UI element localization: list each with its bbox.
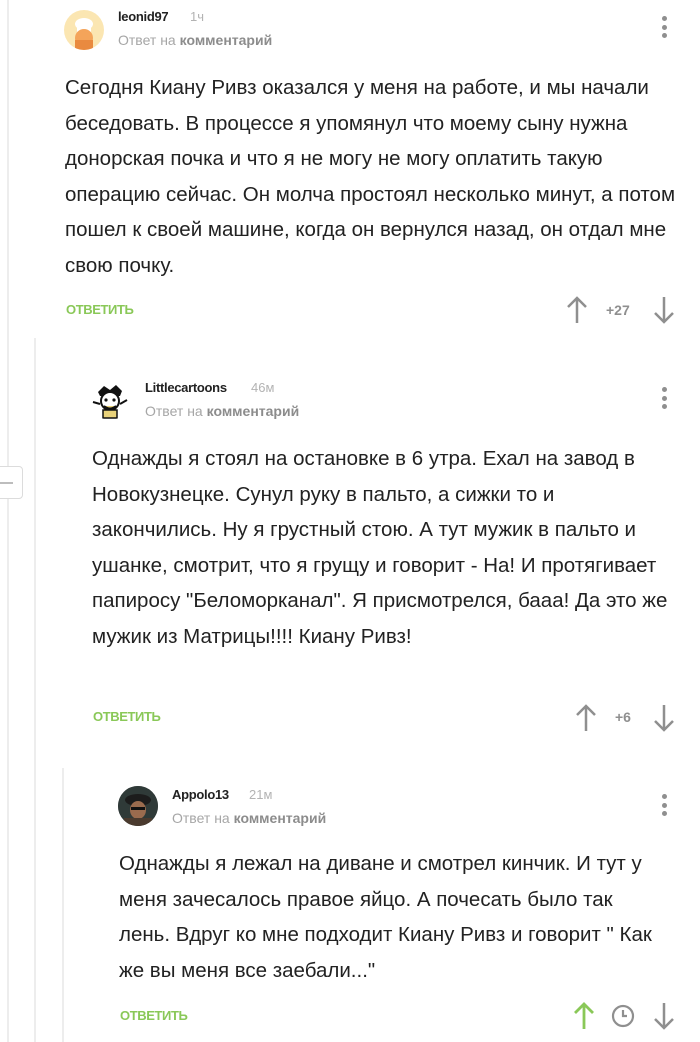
reply-button[interactable]: ОТВЕТИТЬ (120, 1008, 188, 1023)
collapse-thread-button[interactable] (0, 466, 23, 499)
vote-up-icon[interactable] (566, 296, 588, 324)
clock-icon (611, 1004, 635, 1028)
reply-to-line: Ответ на комментарий (172, 810, 326, 826)
comment-author[interactable]: Littlecartoons (145, 380, 227, 395)
comment-time: 46м (251, 380, 275, 395)
rating-value: +6 (615, 709, 631, 725)
photo-avatar-icon[interactable] (118, 786, 158, 826)
reply-to-line: Ответ на комментарий (145, 403, 299, 419)
reply-to-link[interactable]: комментарий (234, 810, 327, 826)
reply-to-prefix: Ответ на (118, 32, 176, 48)
comment-menu-icon[interactable] (662, 387, 668, 413)
reply-to-prefix: Ответ на (145, 403, 203, 419)
comment-menu-icon[interactable] (662, 794, 668, 820)
comment-menu-icon[interactable] (662, 16, 668, 42)
comment-time: 21м (249, 787, 273, 802)
comment-author[interactable]: leonid97 (118, 9, 169, 24)
comment-text: Однажды я лежал на диване и смотрел кинч… (119, 852, 652, 982)
cartoon-avatar-icon[interactable] (90, 380, 130, 420)
vote-up-icon[interactable] (575, 704, 597, 732)
rating-value: +27 (606, 302, 630, 318)
vote-down-icon[interactable] (653, 1002, 675, 1030)
reply-to-line: Ответ на комментарий (118, 32, 272, 48)
reply-to-link[interactable]: комментарий (180, 32, 273, 48)
comment-time: 1ч (190, 9, 205, 24)
reply-to-prefix: Ответ на (172, 810, 230, 826)
comment-author[interactable]: Appolo13 (172, 787, 229, 802)
reply-button[interactable]: ОТВЕТИТЬ (66, 302, 134, 317)
comment-littlecartoons: Littlecartoons 46м Ответ на комментарий … (36, 340, 700, 760)
chef-avatar-icon[interactable] (64, 10, 104, 50)
vote-down-icon[interactable] (653, 704, 675, 732)
comment-appolo13: Appolo13 21м Ответ на комментарий Однажд… (64, 768, 700, 1042)
comment-leonid97: leonid97 1ч Ответ на комментарий Сегодня… (0, 0, 700, 340)
comment-text: Сегодня Киану Ривз оказался у меня на ра… (65, 76, 676, 277)
comment-text: Однажды я стоял на остановке в 6 утра. Е… (92, 447, 668, 648)
vote-down-icon[interactable] (653, 296, 675, 324)
reply-button[interactable]: ОТВЕТИТЬ (93, 709, 161, 724)
vote-up-icon[interactable] (573, 1002, 595, 1030)
reply-to-link[interactable]: комментарий (207, 403, 300, 419)
